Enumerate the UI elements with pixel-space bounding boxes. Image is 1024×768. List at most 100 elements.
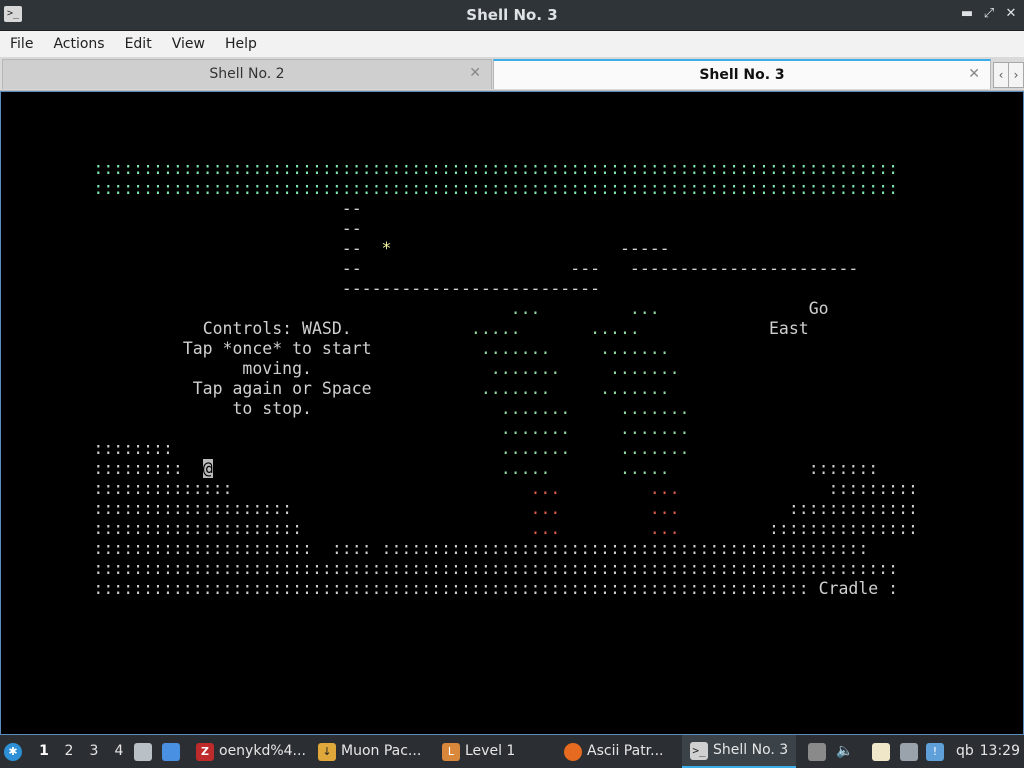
terminal-icon: >_ [690, 741, 708, 760]
tree-canopy: ....... [490, 359, 561, 378]
tree-trunk: ... [530, 519, 561, 538]
ground-row: :::::::::::::: [93, 479, 233, 498]
ground-row: ::::::::: [828, 479, 918, 498]
ledge-long: ----------------------- [629, 259, 859, 278]
ground-row: :::::::::::::::::::::: [93, 539, 312, 558]
task-firefox[interactable]: Ascii Patr... [564, 735, 664, 768]
tree-canopy: ....... [500, 439, 571, 458]
ledge-top: ----- [619, 239, 670, 258]
workspace-4[interactable]: 4 [109, 735, 129, 768]
ceiling-segment: -- [341, 239, 362, 258]
show-desktop-icon[interactable] [162, 735, 180, 768]
ground-row: :::::::: [93, 439, 173, 458]
terminal-view[interactable]: ::::::::::::::::::::::::::::::::::::::::… [0, 91, 1024, 735]
tree-canopy: ....... [619, 419, 690, 438]
player-cursor: @ [202, 459, 213, 478]
tab-close-icon[interactable]: ✕ [469, 65, 481, 81]
ground-end: : [888, 579, 899, 598]
workspace-2[interactable]: 2 [59, 735, 79, 768]
ceiling-segment: -- [341, 259, 362, 278]
maximize-icon[interactable]: ⤢ [982, 6, 996, 21]
volume-icon[interactable]: 🔈 [836, 735, 853, 768]
game-screen: ::::::::::::::::::::::::::::::::::::::::… [4, 99, 918, 599]
tree-canopy: ....... [480, 379, 551, 398]
controls-text: Tap again or Space [192, 379, 372, 398]
qbittorrent-tray[interactable]: qb [956, 735, 974, 768]
tab-label: Shell No. 2 [209, 66, 285, 82]
tree-canopy: ....... [500, 419, 571, 438]
star-item: * [381, 239, 392, 258]
task-label: Muon Pac... [341, 743, 422, 759]
menu-actions[interactable]: Actions [43, 36, 114, 52]
controls-text: Tap *once* to start [182, 339, 372, 358]
stars-row: ::::::::::::::::::::::::::::::::::::::::… [93, 159, 899, 178]
task-filezilla[interactable]: Z oenykd%4... [196, 735, 306, 768]
tree-canopy: ..... [619, 459, 670, 478]
taskbar: ✱ 1 2 3 4 Z oenykd%4... ↓ Muon Pac... L … [0, 735, 1024, 768]
muon-icon: ↓ [318, 742, 336, 761]
tree-trunk: ... [649, 519, 680, 538]
ceiling-segment: -- [341, 199, 362, 218]
task-label: oenykd%4... [219, 743, 306, 759]
menu-help[interactable]: Help [215, 36, 267, 52]
task-label: Level 1 [465, 743, 516, 759]
tree-canopy: ..... [500, 459, 551, 478]
file-manager-icon[interactable] [134, 735, 152, 768]
east-label: East [768, 319, 809, 338]
network-icon[interactable] [900, 735, 918, 768]
tab-shell-3[interactable]: Shell No. 3 ✕ [493, 59, 991, 89]
update-icon[interactable]: ! [926, 735, 944, 768]
workspace-3[interactable]: 3 [84, 735, 104, 768]
controls-text: Controls: WASD. [202, 319, 352, 338]
stars-row: ::::::::::::::::::::::::::::::::::::::::… [93, 179, 899, 198]
controls-text: moving. [242, 359, 312, 378]
tree-canopy: ....... [619, 439, 690, 458]
tree-trunk: ... [649, 479, 680, 498]
tree-canopy: ....... [480, 339, 551, 358]
ground-row: ::::::::::::::::::::::::::::::::::::::::… [381, 539, 869, 558]
window-titlebar[interactable]: >_ Shell No. 3 ▬ ⤢ ✕ [0, 0, 1024, 31]
tree-canopy: ..... [470, 319, 521, 338]
controls-text: to stop. [232, 399, 312, 418]
ground-row: :::: [331, 539, 372, 558]
window-title: Shell No. 3 [466, 6, 558, 24]
ground-row: ::::::: [808, 459, 879, 478]
task-terminal[interactable]: >_ Shell No. 3 [682, 735, 797, 768]
firefox-icon [564, 742, 582, 761]
menu-bar: File Actions Edit View Help [0, 31, 1024, 57]
tree-trunk: ... [530, 479, 561, 498]
clock[interactable]: 13:29 [980, 735, 1020, 768]
ledge-mid: --- [570, 259, 601, 278]
start-menu-icon[interactable]: ✱ [4, 735, 22, 768]
tree-canopy: ....... [500, 399, 571, 418]
cradle-label: Cradle [818, 579, 879, 598]
tree-canopy: ....... [619, 399, 690, 418]
tab-bar: Shell No. 2 ✕ Shell No. 3 ✕ ‹ › [0, 57, 1024, 91]
close-icon[interactable]: ✕ [1004, 6, 1018, 21]
menu-view[interactable]: View [162, 36, 215, 52]
ground-row: ::::::::::::::::::::: [93, 519, 303, 538]
ground-row: ::::::::::::::::::::::::::::::::::::::::… [93, 559, 899, 578]
tree-canopy: ....... [610, 359, 680, 378]
menu-edit[interactable]: Edit [115, 36, 162, 52]
workspace-1[interactable]: 1 [34, 735, 54, 768]
task-muon[interactable]: ↓ Muon Pac... [318, 735, 421, 768]
tree-trunk: ... [530, 499, 561, 518]
ground-row: ::::::::::::::::::::::::::::::::::::::::… [93, 579, 809, 598]
notes-icon[interactable] [872, 735, 890, 768]
menu-file[interactable]: File [0, 36, 43, 52]
floor-platform: -------------------------- [341, 279, 601, 298]
level-icon: L [442, 742, 460, 761]
tree-canopy: ... [629, 299, 660, 318]
ground-row: ::::::::: [93, 459, 183, 478]
task-label: Ascii Patr... [587, 743, 664, 759]
tray-clipboard-icon[interactable] [808, 735, 826, 768]
go-label: Go [808, 299, 829, 318]
ceiling-segment: -- [341, 219, 362, 238]
minimize-icon[interactable]: ▬ [960, 6, 974, 21]
tab-scroll-left-icon[interactable]: ‹ [993, 62, 1009, 88]
tab-scroll-right-icon[interactable]: › [1008, 62, 1024, 88]
task-level[interactable]: L Level 1 [442, 735, 515, 768]
tab-shell-2[interactable]: Shell No. 2 ✕ [2, 59, 492, 89]
tab-close-icon[interactable]: ✕ [968, 66, 980, 82]
